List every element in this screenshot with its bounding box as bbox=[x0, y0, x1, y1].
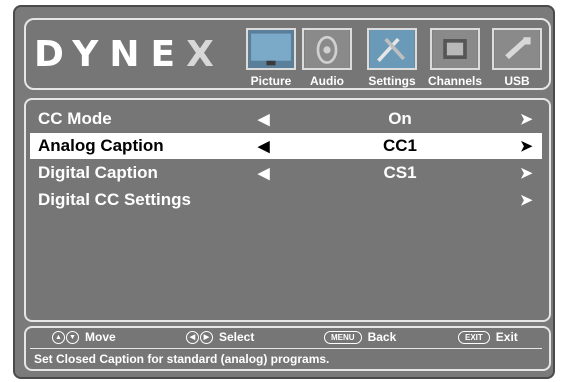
settings-icon bbox=[367, 28, 417, 70]
channels-icon bbox=[430, 28, 480, 70]
left-arrow-icon[interactable]: ◀ bbox=[258, 110, 270, 128]
menu-item-cc-mode[interactable]: CC Mode ◀ On ➤ bbox=[30, 106, 542, 132]
help-description: Set Closed Caption for standard (analog)… bbox=[34, 352, 330, 366]
menu-item-label: Analog Caption bbox=[38, 136, 164, 155]
tab-picture[interactable]: Picture bbox=[246, 28, 296, 88]
menu-item-value: On bbox=[388, 109, 412, 128]
menu-item-value: CS1 bbox=[383, 163, 417, 182]
hint-select-label: Select bbox=[219, 330, 255, 344]
logo-text-last: X bbox=[186, 33, 225, 75]
down-button-icon: ▼ bbox=[66, 330, 79, 344]
tab-settings[interactable]: Settings bbox=[367, 28, 417, 88]
hint-move: ▲ ▼ Move bbox=[52, 330, 116, 344]
left-arrow-icon[interactable]: ◀ bbox=[258, 164, 270, 182]
menu-item-analog-caption[interactable]: Analog Caption ◀ CC1 ➤ bbox=[30, 133, 542, 159]
right-arrow-icon[interactable]: ➤ bbox=[520, 191, 533, 209]
right-arrow-icon[interactable]: ➤ bbox=[520, 137, 533, 155]
left-button-icon: ◀ bbox=[186, 330, 199, 344]
hint-exit-label: Exit bbox=[495, 330, 518, 344]
hint-back-label: Back bbox=[367, 330, 397, 344]
audio-icon bbox=[302, 28, 352, 70]
menu-item-value: CC1 bbox=[382, 136, 417, 155]
hint-exit: EXIT Exit bbox=[458, 330, 518, 344]
left-arrow-icon[interactable]: ◀ bbox=[258, 137, 270, 155]
right-button-icon: ▶ bbox=[200, 330, 213, 344]
tab-usb-label: USB bbox=[504, 74, 530, 88]
footer-divider bbox=[30, 348, 542, 349]
tab-audio-label: Audio bbox=[310, 74, 344, 88]
menu-item-label: Digital Caption bbox=[38, 163, 158, 182]
menu-key-icon: MENU bbox=[324, 330, 362, 344]
hint-back: MENU Back bbox=[324, 330, 396, 344]
tab-usb[interactable]: USB bbox=[492, 28, 542, 88]
tab-picture-label: Picture bbox=[250, 74, 292, 88]
exit-key-icon: EXIT bbox=[458, 330, 490, 344]
menu-item-digital-cc-settings[interactable]: Digital CC Settings ➤ bbox=[30, 187, 542, 213]
tab-channels-label: Channels bbox=[428, 74, 483, 88]
tab-channels[interactable]: Channels bbox=[428, 28, 482, 88]
logo-text: DYNE bbox=[34, 33, 187, 75]
menu-item-label: CC Mode bbox=[38, 109, 112, 128]
right-arrow-icon[interactable]: ➤ bbox=[520, 164, 533, 182]
picture-icon bbox=[246, 28, 296, 70]
dynex-logo: DYNE X bbox=[34, 32, 225, 76]
usb-icon bbox=[492, 28, 542, 70]
right-arrow-icon[interactable]: ➤ bbox=[520, 110, 533, 128]
hint-move-label: Move bbox=[85, 330, 116, 344]
hint-select: ◀ ▶ Select bbox=[186, 330, 254, 344]
tab-audio[interactable]: Audio bbox=[302, 28, 352, 88]
menu-item-label: Digital CC Settings bbox=[38, 190, 192, 209]
menu-item-digital-caption[interactable]: Digital Caption ◀ CS1 ➤ bbox=[30, 160, 542, 186]
up-button-icon: ▲ bbox=[52, 330, 65, 344]
tab-settings-label: Settings bbox=[368, 74, 416, 88]
